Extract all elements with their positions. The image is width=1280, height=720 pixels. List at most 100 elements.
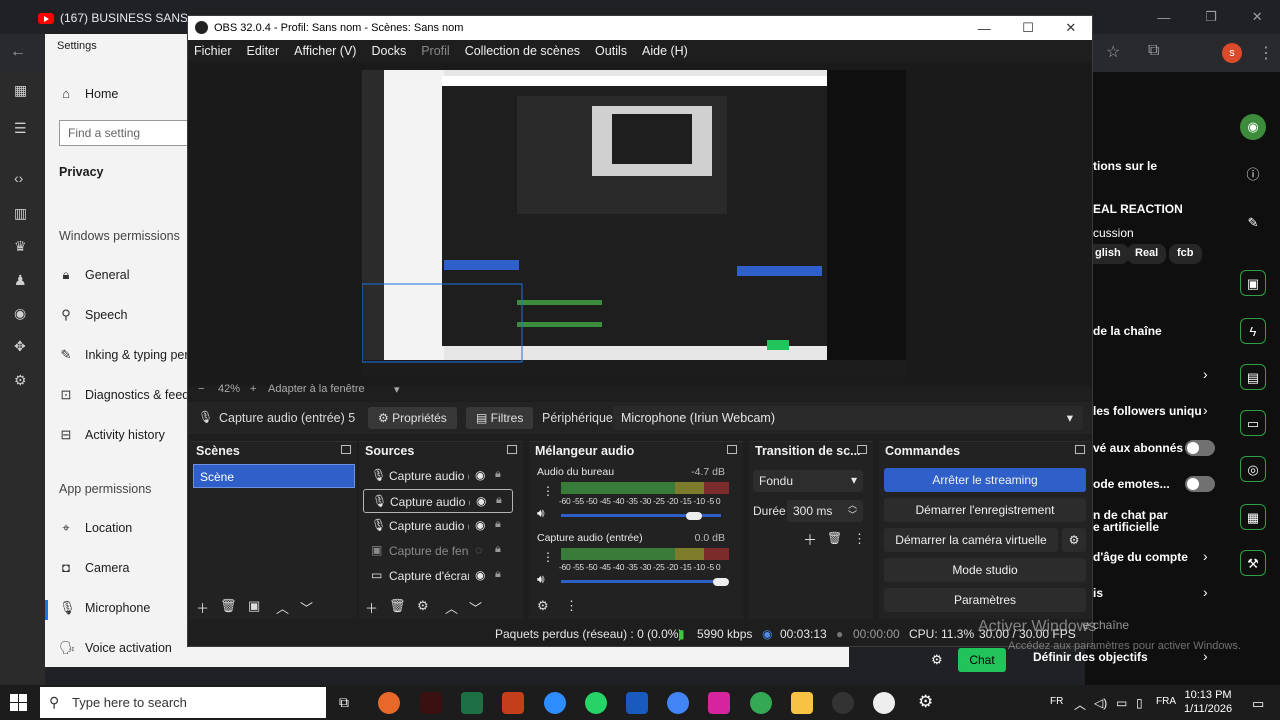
menu-aide[interactable]: Aide (H) [642,44,688,58]
wrench-icon[interactable]: ⚒ [1240,550,1266,576]
chevron-up-icon[interactable]: ︿ [1074,696,1086,713]
more-vert-icon[interactable]: ⋮ [565,598,578,614]
keyboard-layout[interactable]: FRA [1156,696,1176,707]
menu-fichier[interactable]: Fichier [194,44,232,58]
chevron-right-icon[interactable]: › [1203,648,1208,664]
extensions-icon[interactable]: ⧉ [1148,42,1159,60]
trophy-icon[interactable]: ♛ [14,238,27,255]
eye-hidden-icon[interactable]: ◌ [475,543,482,557]
settings-item-location[interactable]: ⌖ Location [59,520,132,536]
browser-tab[interactable]: (167) BUSINESS SANS FILTRE [32,5,192,31]
settings-item-microphone[interactable]: 🎙︎ Microphone [59,600,150,616]
gear-icon[interactable]: ⚙ [14,372,27,389]
more-vert-icon[interactable]: ⋮ [1258,43,1274,63]
minimize-icon[interactable]: — [978,21,991,36]
excel-icon[interactable] [461,692,483,714]
zoom-icon[interactable] [544,692,566,714]
chevron-right-icon[interactable]: › [1203,548,1208,564]
filters-button[interactable]: ▤ Filtres [466,407,534,429]
volume-knob[interactable] [713,578,729,586]
spin-icon[interactable]: ︿ ﹀ [848,500,857,520]
gear-icon[interactable]: ⚙ [1062,528,1086,552]
eye-icon[interactable]: ◉ [475,518,485,532]
trash-icon[interactable]: 🗑︎ [827,531,842,545]
word-icon[interactable] [626,692,648,714]
minimize-icon[interactable]: — [1157,10,1170,25]
arrow-up-icon[interactable]: ︿ [276,598,289,617]
taskbar-search[interactable]: ⚲ Type here to search [40,687,326,718]
speaker-icon[interactable]: 🔊︎ [537,506,545,521]
zoom-fit-button[interactable]: Adapter à la fenêtre [268,383,365,395]
menu-editer[interactable]: Editer [247,44,280,58]
undock-icon[interactable] [341,445,351,454]
menu-profil[interactable]: Profil [421,44,449,58]
add-icon[interactable]: ＋ [803,530,817,550]
chat-button[interactable]: Chat [958,648,1006,672]
lock-icon[interactable]: 🔒︎ [495,468,501,481]
notes-icon[interactable]: ▤ [1240,364,1266,390]
arrow-down-icon[interactable]: ﹀ [300,598,313,617]
lock-icon[interactable]: 🔒︎ [496,494,502,507]
volume-icon[interactable]: ◁) [1094,696,1107,710]
code-icon[interactable]: ‹› [14,170,23,186]
arrow-left-icon[interactable]: ← [10,43,26,61]
instagram-icon[interactable] [708,692,730,714]
chat-chip[interactable]: fcb [1169,244,1202,264]
volume-slider[interactable] [561,580,721,583]
arrow-down-icon[interactable]: ﹀ [469,598,482,617]
settings-item-speech[interactable]: ⚲ Speech [59,307,127,323]
chevron-right-icon[interactable]: › [1203,366,1208,382]
source-item[interactable]: ▭ Capture d'écran ◉ 🔒︎ [363,564,513,588]
add-icon[interactable]: ＋ [365,598,378,617]
toggle-switch[interactable] [1185,440,1215,456]
battery-icon[interactable]: ▯ [1136,696,1143,710]
gear-icon[interactable]: ⚙ [417,598,429,614]
zoom-in-button[interactable]: + [250,383,256,395]
preview-canvas[interactable] [362,70,906,377]
zoom-out-button[interactable]: − [198,383,204,395]
start-virtual-camera-button[interactable]: Démarrer la caméra virtuelle [884,528,1058,552]
star-icon[interactable]: ☆ [1106,42,1120,62]
app-icon[interactable] [420,692,442,714]
settings-item-diagnostics[interactable]: ⊡ Diagnostics & feedb [59,387,197,403]
more-vert-icon[interactable]: ⋮ [853,531,866,547]
menu-icon[interactable]: ☰ [14,120,27,137]
start-recording-button[interactable]: Démarrer l'enregistrement [884,498,1086,522]
find-setting-input[interactable]: Find a setting [59,120,199,146]
pencil-icon[interactable]: ✎ [1240,210,1266,236]
device-select[interactable]: Microphone (Iriun Webcam) ▾ [613,406,1083,430]
chrome-profile-icon[interactable] [750,692,772,714]
settings-button[interactable]: Paramètres [884,588,1086,612]
close-icon[interactable]: ✕ [1252,9,1263,25]
more-vert-icon[interactable]: ⋮ [542,484,554,498]
notification-icon[interactable]: ▭ [1252,696,1264,712]
windows-start-icon[interactable] [10,694,27,711]
transition-select[interactable]: Fondu ▾ [753,470,863,492]
lock-icon[interactable]: 🔒︎ [495,543,501,556]
chevron-right-icon[interactable]: › [1203,402,1208,418]
source-item[interactable]: 🎙︎Capture audio (e◉🔒︎ [363,514,513,538]
settings-item-activity[interactable]: ⊟ Activity history [59,427,165,443]
trash-icon[interactable]: 🗑︎ [389,598,406,614]
file-explorer-icon[interactable] [791,692,813,714]
undock-icon[interactable] [727,445,737,454]
eye-icon[interactable]: ◉ [475,468,485,482]
camera-icon[interactable]: ▣ [1240,270,1266,296]
settings-item-camera[interactable]: ◘ Camera [59,560,129,575]
gear-icon[interactable]: ⚙ [931,652,943,668]
lightning-icon[interactable]: ϟ [1240,318,1266,344]
eye-icon[interactable]: ◉ [475,568,485,582]
chevron-right-icon[interactable]: › [1203,584,1208,600]
chat-chip[interactable]: glish [1087,244,1129,264]
toggle-switch[interactable] [1185,476,1215,492]
channel-avatar[interactable]: ◉ [1240,114,1266,140]
settings-home[interactable]: ⌂ Home [59,86,118,101]
properties-button[interactable]: ⚙ Propriétés [368,407,457,429]
menu-afficher[interactable]: Afficher (V) [294,44,356,58]
firefox-icon[interactable] [378,692,400,714]
add-icon[interactable]: ＋ [196,598,209,617]
source-item[interactable]: 🎙︎Capture audio (e◉🔒︎ [363,489,513,513]
scene-item[interactable]: Scène [193,464,355,488]
arrow-up-icon[interactable]: ︿ [445,598,458,617]
stop-streaming-button[interactable]: Arrêter le streaming [884,468,1086,492]
